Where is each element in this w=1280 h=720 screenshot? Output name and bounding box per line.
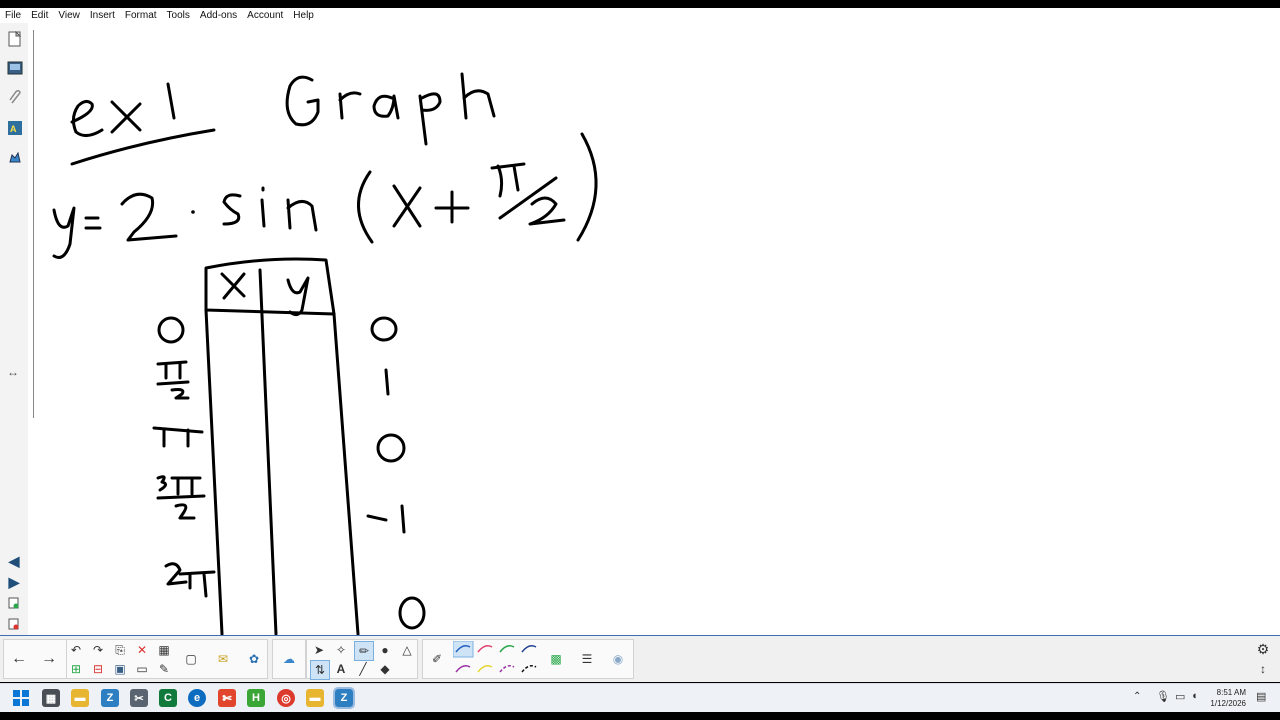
pen-preview-icon[interactable]: ◉: [609, 650, 627, 668]
line-tool-icon[interactable]: ╱: [354, 660, 372, 678]
save-icon[interactable]: ▣: [111, 660, 129, 678]
color-palette-icon[interactable]: ▩: [547, 650, 565, 668]
response-icon[interactable]: ✉: [214, 650, 232, 668]
folder-icon[interactable]: ▬: [306, 689, 324, 707]
select-icon[interactable]: ➤: [310, 641, 328, 659]
handwriting-layer: [52, 72, 598, 636]
tray-expand-icon[interactable]: ⌃: [1133, 691, 1141, 702]
system-clock[interactable]: 8:51 AM 1/12/2026: [1210, 687, 1246, 709]
chrome-browser-icon[interactable]: ◎: [277, 689, 295, 707]
pen-settings-icon[interactable]: ⇅: [310, 660, 330, 680]
smart-ink-icon[interactable]: ✿: [245, 650, 263, 668]
edit-tools-group: ↶ ↷ ⎘ ✕ ▦ ⊞ ⊟ ▣ ▭ ✎ ▢ ✉ ✿: [66, 639, 268, 679]
screen-capture-icon[interactable]: ▢: [182, 650, 200, 668]
redo-icon[interactable]: ↷: [89, 641, 107, 659]
notifications-icon[interactable]: ▤: [1256, 690, 1266, 703]
h-app-icon[interactable]: H: [247, 689, 265, 707]
pen-icon[interactable]: ✏: [354, 641, 374, 661]
table-header-x: [220, 272, 246, 300]
pen-type-icon[interactable]: ✐: [428, 650, 446, 668]
addons-toolbar-icon[interactable]: ☁: [280, 650, 298, 668]
shapes-icon[interactable]: △: [398, 641, 416, 659]
toolbar-position-icon[interactable]: ↕: [1254, 660, 1272, 678]
new-page-icon[interactable]: ⊞: [67, 660, 85, 678]
previous-page-button[interactable]: ←: [10, 650, 28, 668]
handwriting-heading: [285, 72, 496, 146]
values-table: [204, 257, 360, 636]
addons-group: ☁: [272, 639, 306, 679]
microphone-icon[interactable]: 🎙: [1156, 690, 1170, 703]
toolbar-settings-icon[interactable]: ⚙: [1254, 640, 1272, 658]
smartboard-active-icon[interactable]: Z: [333, 687, 355, 709]
fill-icon[interactable]: ●: [376, 641, 394, 659]
volume-icon[interactable]: ◖: [1191, 690, 1198, 702]
remove-page-icon[interactable]: ⊟: [89, 660, 107, 678]
undo-icon[interactable]: ↶: [67, 641, 85, 659]
handwriting-title: [70, 82, 216, 166]
y-values: [366, 316, 426, 630]
edge-browser-icon[interactable]: e: [188, 689, 206, 707]
selection-tools-group: ➤ ✧ ✏ ● △ ⇅ A ╱ ◆: [306, 639, 418, 680]
delete-icon[interactable]: ✕: [133, 641, 151, 659]
windows-taskbar: ▦ ▬ Z ✂ C e ✄ H ◎ ▬ Z ⌃ 🎙 ▭ ◖ 8:51 AM 1/…: [0, 683, 1280, 713]
snipping-tool-icon[interactable]: ✄: [218, 689, 236, 707]
clear-page-icon[interactable]: ⎘: [111, 641, 129, 659]
calculator-icon[interactable]: ▦: [42, 689, 60, 707]
pen-styles-group: ✐ ▩ ☰ ◉: [422, 639, 634, 679]
table-icon[interactable]: ▦: [155, 641, 173, 659]
network-icon[interactable]: ▭: [1175, 690, 1185, 703]
screen-shade-icon[interactable]: ▭: [133, 660, 151, 678]
app-icon[interactable]: ✂: [130, 689, 148, 707]
next-page-button[interactable]: →: [40, 650, 58, 668]
line-width-icon[interactable]: ☰: [578, 650, 596, 668]
classroom-icon[interactable]: C: [159, 689, 177, 707]
page-nav-group: ← →: [3, 639, 67, 679]
text-tool-icon[interactable]: A: [332, 660, 350, 678]
file-explorer-icon[interactable]: ▬: [71, 689, 89, 707]
smartboard-icon[interactable]: Z: [101, 689, 119, 707]
clock-date: 1/12/2026: [1210, 699, 1246, 708]
x-values: [152, 316, 216, 598]
text-recognition-icon[interactable]: ✎: [155, 660, 173, 678]
table-header-y: [286, 276, 310, 317]
screen-bottom-edge: [0, 712, 1280, 720]
handwriting-equation: [52, 132, 598, 259]
clock-time: 8:51 AM: [1216, 688, 1246, 697]
bottom-toolbar: ← → ↶ ↷ ⎘ ✕ ▦ ⊞ ⊟ ▣ ▭ ✎ ▢ ✉ ✿ ☁ ➤ ✧ ✏ ● …: [0, 635, 1280, 682]
eraser-icon[interactable]: ◆: [376, 660, 394, 678]
magic-pen-icon[interactable]: ✧: [332, 641, 350, 659]
windows-start-icon[interactable]: [12, 689, 30, 707]
